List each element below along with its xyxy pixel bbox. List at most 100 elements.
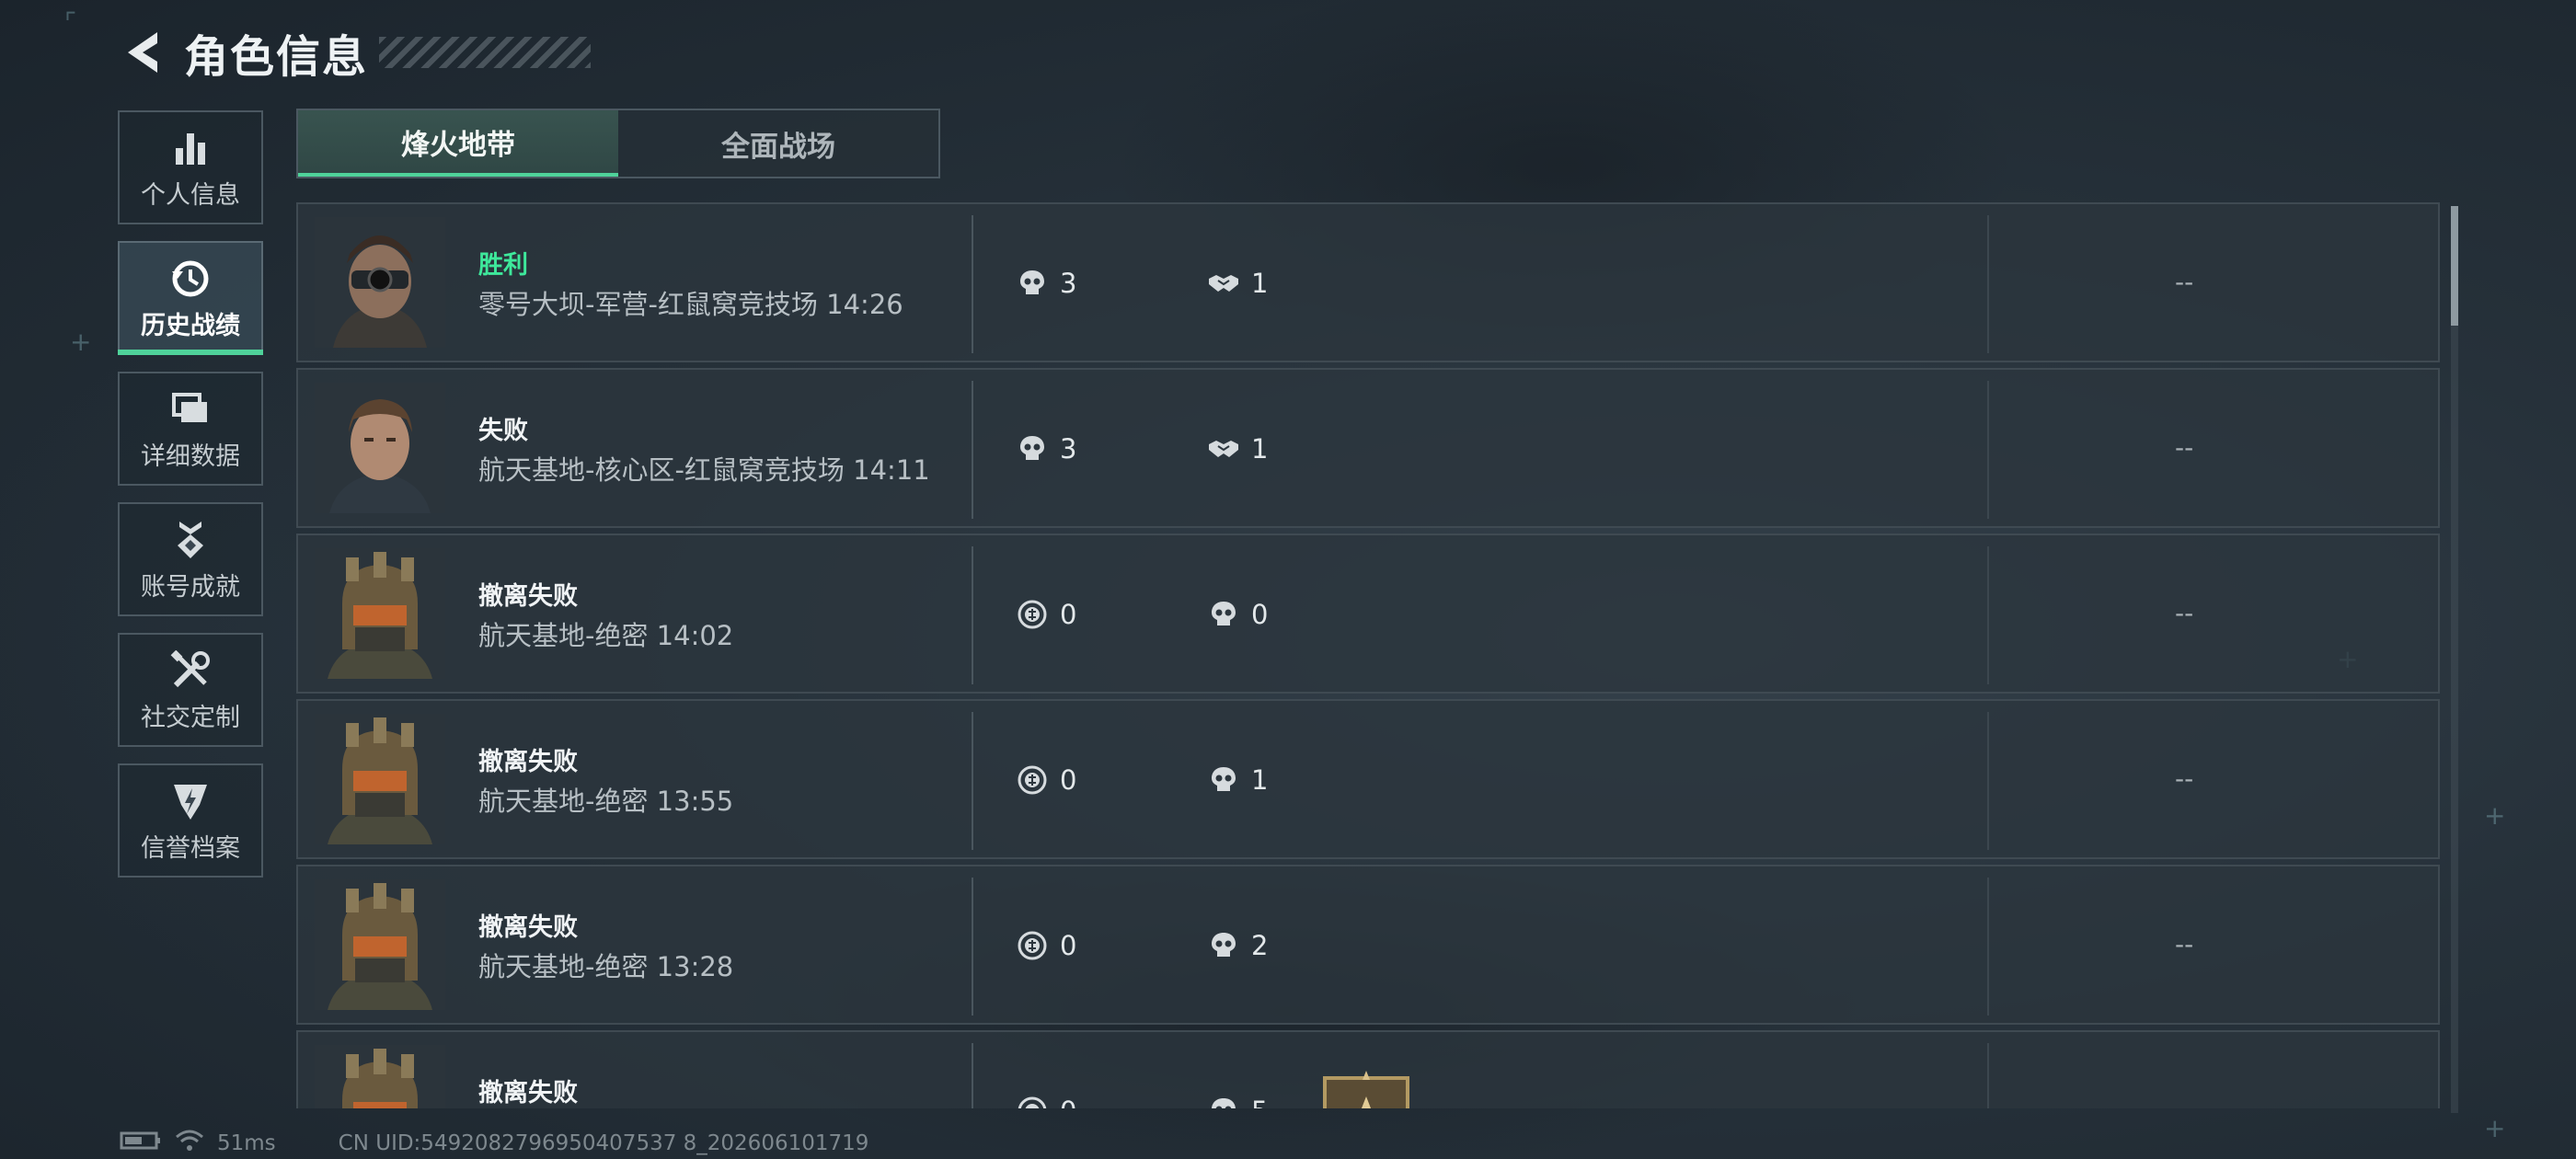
nav-label: 个人信息 (141, 180, 240, 210)
match-map: 零号大坝-军营-红鼠窝竞技场 14:26 (478, 289, 903, 320)
match-result: 撤离失败 (478, 582, 578, 611)
divider (1987, 381, 1989, 519)
match-map: 航天基地-绝密 13:28 (478, 951, 734, 982)
operator-avatar (315, 1045, 445, 1108)
stat-value: 5 (1251, 1096, 1268, 1108)
extra-value: -- (2175, 598, 2194, 628)
rank-badge-icon (1321, 1069, 1411, 1108)
nav-item-match-history[interactable]: 历史战绩 (118, 241, 263, 355)
nav-item-detailed-data[interactable]: 详细数据 (118, 372, 263, 486)
extra-value: -- (2175, 929, 2194, 959)
tools-icon (170, 648, 211, 694)
match-result: 撤离失败 (478, 748, 578, 776)
grid-mark: ⌜ (64, 7, 77, 38)
scrollbar-thumb[interactable] (2451, 206, 2458, 326)
ping-value: 51ms (217, 1131, 276, 1155)
tab-hazard-zone[interactable]: 烽火地带 (298, 110, 618, 177)
match-map: 航天基地-绝密 14:02 (478, 620, 734, 651)
stat-extract-value: 0 (1016, 762, 1076, 798)
match-result: 胜利 (478, 251, 528, 280)
title-decoration (379, 37, 592, 68)
side-nav: 个人信息 历史战绩 详细数据 账号成就 社交定制 信誉档案 (118, 110, 265, 894)
divider (972, 1043, 973, 1108)
coin-icon (1016, 763, 1049, 797)
grid-mark: + (2484, 1113, 2506, 1143)
stat-kills: 3 (1016, 265, 1076, 302)
divider (972, 215, 973, 353)
stat-value: 0 (1060, 764, 1077, 796)
stat-kills: 2 (1207, 927, 1268, 964)
operator-avatar (315, 879, 445, 1010)
operator-avatar (315, 548, 445, 679)
grid-mark: + (2484, 800, 2506, 831)
status-footer: 51ms CN UID:5492082796950407537 8_202606… (120, 1130, 868, 1157)
skull-icon (1207, 929, 1240, 962)
bar-chart-icon (172, 125, 209, 171)
nav-label: 详细数据 (141, 442, 240, 471)
stat-kills: 5 (1207, 1093, 1268, 1108)
divider (1987, 546, 1989, 684)
medal-icon (172, 517, 209, 563)
divider (1987, 878, 1989, 1016)
operator-avatar (315, 383, 445, 513)
match-map: 航天基地-绝密 13:55 (478, 786, 734, 817)
match-row[interactable]: 胜利 零号大坝-军营-红鼠窝竞技场 14:26 3 1 -- (296, 202, 2440, 362)
coin-icon (1016, 929, 1049, 962)
coin-icon (1016, 598, 1049, 631)
shield-bolt-icon (172, 778, 209, 824)
nav-label: 账号成就 (141, 572, 240, 602)
stat-extract-value: 0 (1016, 1093, 1076, 1108)
nav-item-achievements[interactable]: 账号成就 (118, 502, 263, 616)
stat-extract-value: 0 (1016, 927, 1076, 964)
match-row[interactable]: 失败 航天基地-核心区-红鼠窝竞技场 14:11 3 1 -- (296, 368, 2440, 528)
nav-label: 社交定制 (141, 703, 240, 732)
divider (972, 381, 973, 519)
match-result: 失败 (478, 417, 528, 445)
handshake-icon (1207, 267, 1240, 300)
stat-value: 1 (1251, 268, 1269, 299)
stat-value: 0 (1060, 930, 1077, 961)
match-row[interactable]: 撤离失败 0 5 (296, 1030, 2440, 1108)
stat-kills: 1 (1207, 762, 1268, 798)
operator-avatar (315, 714, 445, 844)
match-row[interactable]: 撤离失败 航天基地-绝密 13:55 0 1 -- (296, 699, 2440, 859)
stat-value: 0 (1060, 599, 1077, 630)
skull-icon (1016, 432, 1049, 465)
nav-item-social-custom[interactable]: 社交定制 (118, 633, 263, 747)
page-header: 角色信息 (118, 20, 592, 85)
match-row[interactable]: 撤离失败 航天基地-绝密 14:02 0 0 -- (296, 534, 2440, 694)
skull-icon (1016, 267, 1049, 300)
back-arrow-icon[interactable] (118, 27, 166, 78)
nav-item-personal-info[interactable]: 个人信息 (118, 110, 263, 224)
stat-assists: 1 (1207, 430, 1268, 467)
nav-label: 历史战绩 (141, 311, 240, 340)
stat-value: 3 (1060, 433, 1077, 465)
extra-value: -- (2175, 432, 2194, 463)
nav-item-credit-file[interactable]: 信誉档案 (118, 763, 263, 878)
battery-icon (120, 1130, 162, 1156)
extra-value: -- (2175, 763, 2194, 794)
skull-icon (1207, 598, 1240, 631)
divider (972, 712, 973, 850)
skull-icon (1207, 1095, 1240, 1108)
stat-kills: 3 (1016, 430, 1076, 467)
handshake-icon (1207, 432, 1240, 465)
wifi-icon (175, 1129, 204, 1158)
stat-value: 2 (1251, 930, 1269, 961)
stat-value: 1 (1251, 433, 1269, 465)
nav-label: 信誉档案 (141, 833, 240, 863)
list-scrollbar[interactable] (2451, 206, 2458, 1113)
divider (1987, 215, 1989, 353)
history-clock-icon (170, 256, 211, 302)
match-row[interactable]: 撤离失败 航天基地-绝密 13:28 0 2 -- (296, 865, 2440, 1025)
stat-value: 1 (1251, 764, 1269, 796)
match-result: 撤离失败 (478, 913, 578, 942)
stat-value: 0 (1251, 599, 1269, 630)
tab-full-battlefield[interactable]: 全面战场 (618, 110, 938, 177)
coin-icon (1016, 1095, 1049, 1108)
stat-value: 3 (1060, 268, 1077, 299)
user-uid: CN UID:5492082796950407537 8_20260610171… (338, 1131, 869, 1155)
divider (972, 546, 973, 684)
stat-assists: 1 (1207, 265, 1268, 302)
grid-mark: + (70, 327, 92, 357)
